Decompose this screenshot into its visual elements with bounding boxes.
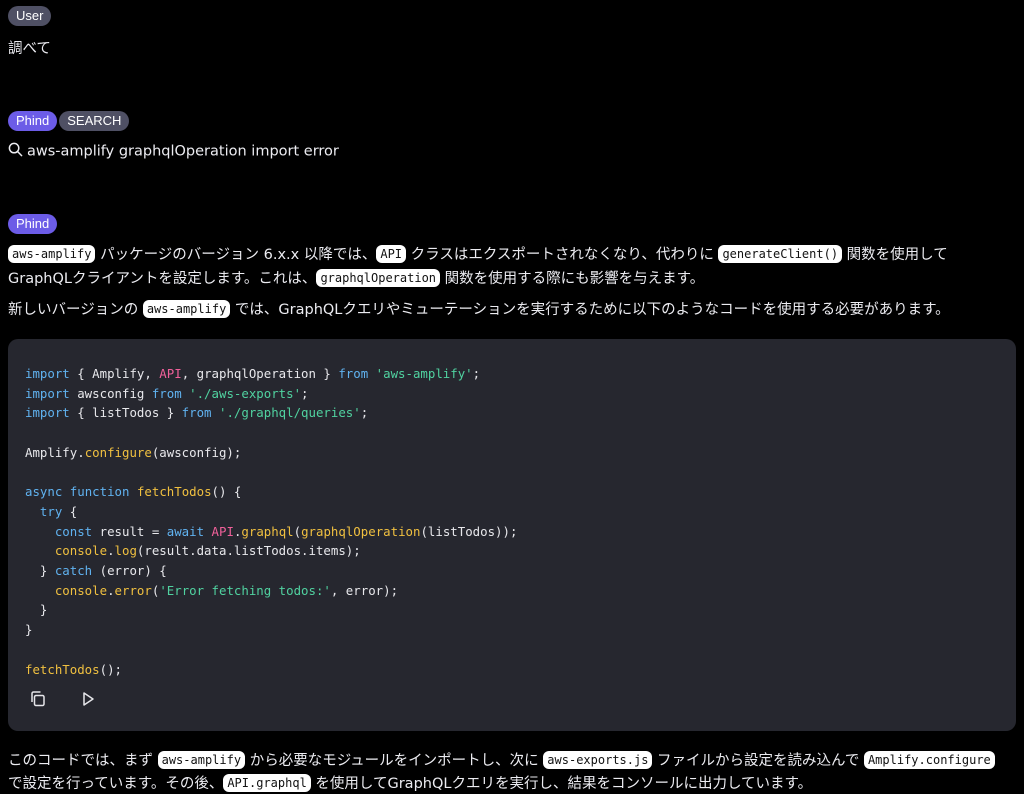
inline-code: Amplify.configure <box>863 751 995 769</box>
phind-answer-badge: Phind <box>8 213 58 234</box>
run-code-button[interactable] <box>77 690 99 712</box>
inline-code: aws-amplify <box>8 245 96 263</box>
paragraph-text: 関数を使用して <box>842 247 948 263</box>
code-line-12: console.error('Error fetching todos:', e… <box>54 582 399 598</box>
user-badge: User <box>8 5 52 26</box>
copy-icon <box>29 690 47 712</box>
play-icon <box>79 690 97 712</box>
inline-code: graphqlOperation <box>316 269 441 287</box>
user-message: 調べて <box>8 41 51 57</box>
code-line-9: const result = await API.graphql(graphql… <box>54 523 518 539</box>
answer-paragraph-2: 新しいバージョンの aws-amplify では、GraphQLクエリやミューテ… <box>8 298 950 319</box>
paragraph-text: から必要なモジュールをインポートし、次に <box>245 753 544 769</box>
paragraph-text: では、GraphQLクエリやミューテーションを実行するために以下のようなコードを… <box>230 302 950 318</box>
code-line-14: } <box>25 622 33 638</box>
inline-code: API <box>376 245 407 263</box>
code-line-1: import { Amplify, API, graphqlOperation … <box>25 366 481 381</box>
code-line-5: Amplify.configure(awsconfig); <box>25 444 242 460</box>
code-line-3: import { listTodos } from './graphql/que… <box>25 405 369 421</box>
code-line-13: } <box>25 602 48 618</box>
inline-code: aws-amplify <box>142 300 231 318</box>
user-header: User <box>8 5 52 26</box>
code-line-8: try { <box>39 503 78 519</box>
code-line-10: console.log(result.data.listTodos.items)… <box>54 543 361 559</box>
paragraph-text: 関数を使用する際にも影響を与えます。 <box>440 271 705 287</box>
code-block: import { Amplify, API, graphqlOperation … <box>8 339 1016 731</box>
search-icon <box>8 142 23 161</box>
paragraph-text: このコードでは、まず <box>8 753 158 769</box>
paragraph-text: 新しいバージョンの <box>8 302 143 318</box>
code-line-7: async function fetchTodos() { <box>25 484 242 500</box>
code-line-2: import awsconfig from './aws-exports'; <box>25 385 309 401</box>
answer-paragraph-3-line-1: このコードでは、まず aws-amplify から必要なモジュールをインポートし… <box>8 749 995 770</box>
search-query-row: aws-amplify graphqlOperation import erro… <box>8 142 339 161</box>
paragraph-text: クラスはエクスポートされなくなり、代わりに <box>406 247 719 263</box>
paragraph-text: で設定を行っています。その後、 <box>8 776 224 792</box>
search-badge: SEARCH <box>59 110 130 131</box>
answer-paragraph-1-line-1: aws-amplify パッケージのバージョン 6.x.x 以降では、 API ク… <box>8 243 948 264</box>
code-line-11: } catch (error) { <box>25 563 167 579</box>
search-header: Phind SEARCH <box>8 110 130 131</box>
inline-code: aws-amplify <box>157 751 246 769</box>
inline-code: generateClient() <box>718 245 843 263</box>
answer-paragraph-1-line-2: GraphQLクライアントを設定します。これは、 graphqlOperation… <box>8 267 704 288</box>
paragraph-text: を使用してGraphQLクエリを実行し、結果をコンソールに出力しています。 <box>310 776 813 792</box>
phind-badge: Phind <box>8 110 58 131</box>
code-line-16: fetchTodos(); <box>25 661 122 677</box>
paragraph-text: ファイルから設定を読み込んで <box>652 753 864 769</box>
inline-code: API.graphql <box>223 774 311 792</box>
answer-paragraph-3-line-2: で設定を行っています。その後、 API.graphql を使用してGraphQLク… <box>8 772 812 793</box>
copy-code-button[interactable] <box>27 690 49 712</box>
code-content: import { Amplify, API, graphqlOperation … <box>25 364 517 679</box>
inline-code: aws-exports.js <box>543 751 653 769</box>
paragraph-text: パッケージのバージョン 6.x.x 以降では、 <box>95 247 377 263</box>
paragraph-text: GraphQLクライアントを設定します。これは、 <box>8 271 317 287</box>
search-query: aws-amplify graphqlOperation import erro… <box>27 143 339 160</box>
answer-header: Phind <box>8 213 58 234</box>
